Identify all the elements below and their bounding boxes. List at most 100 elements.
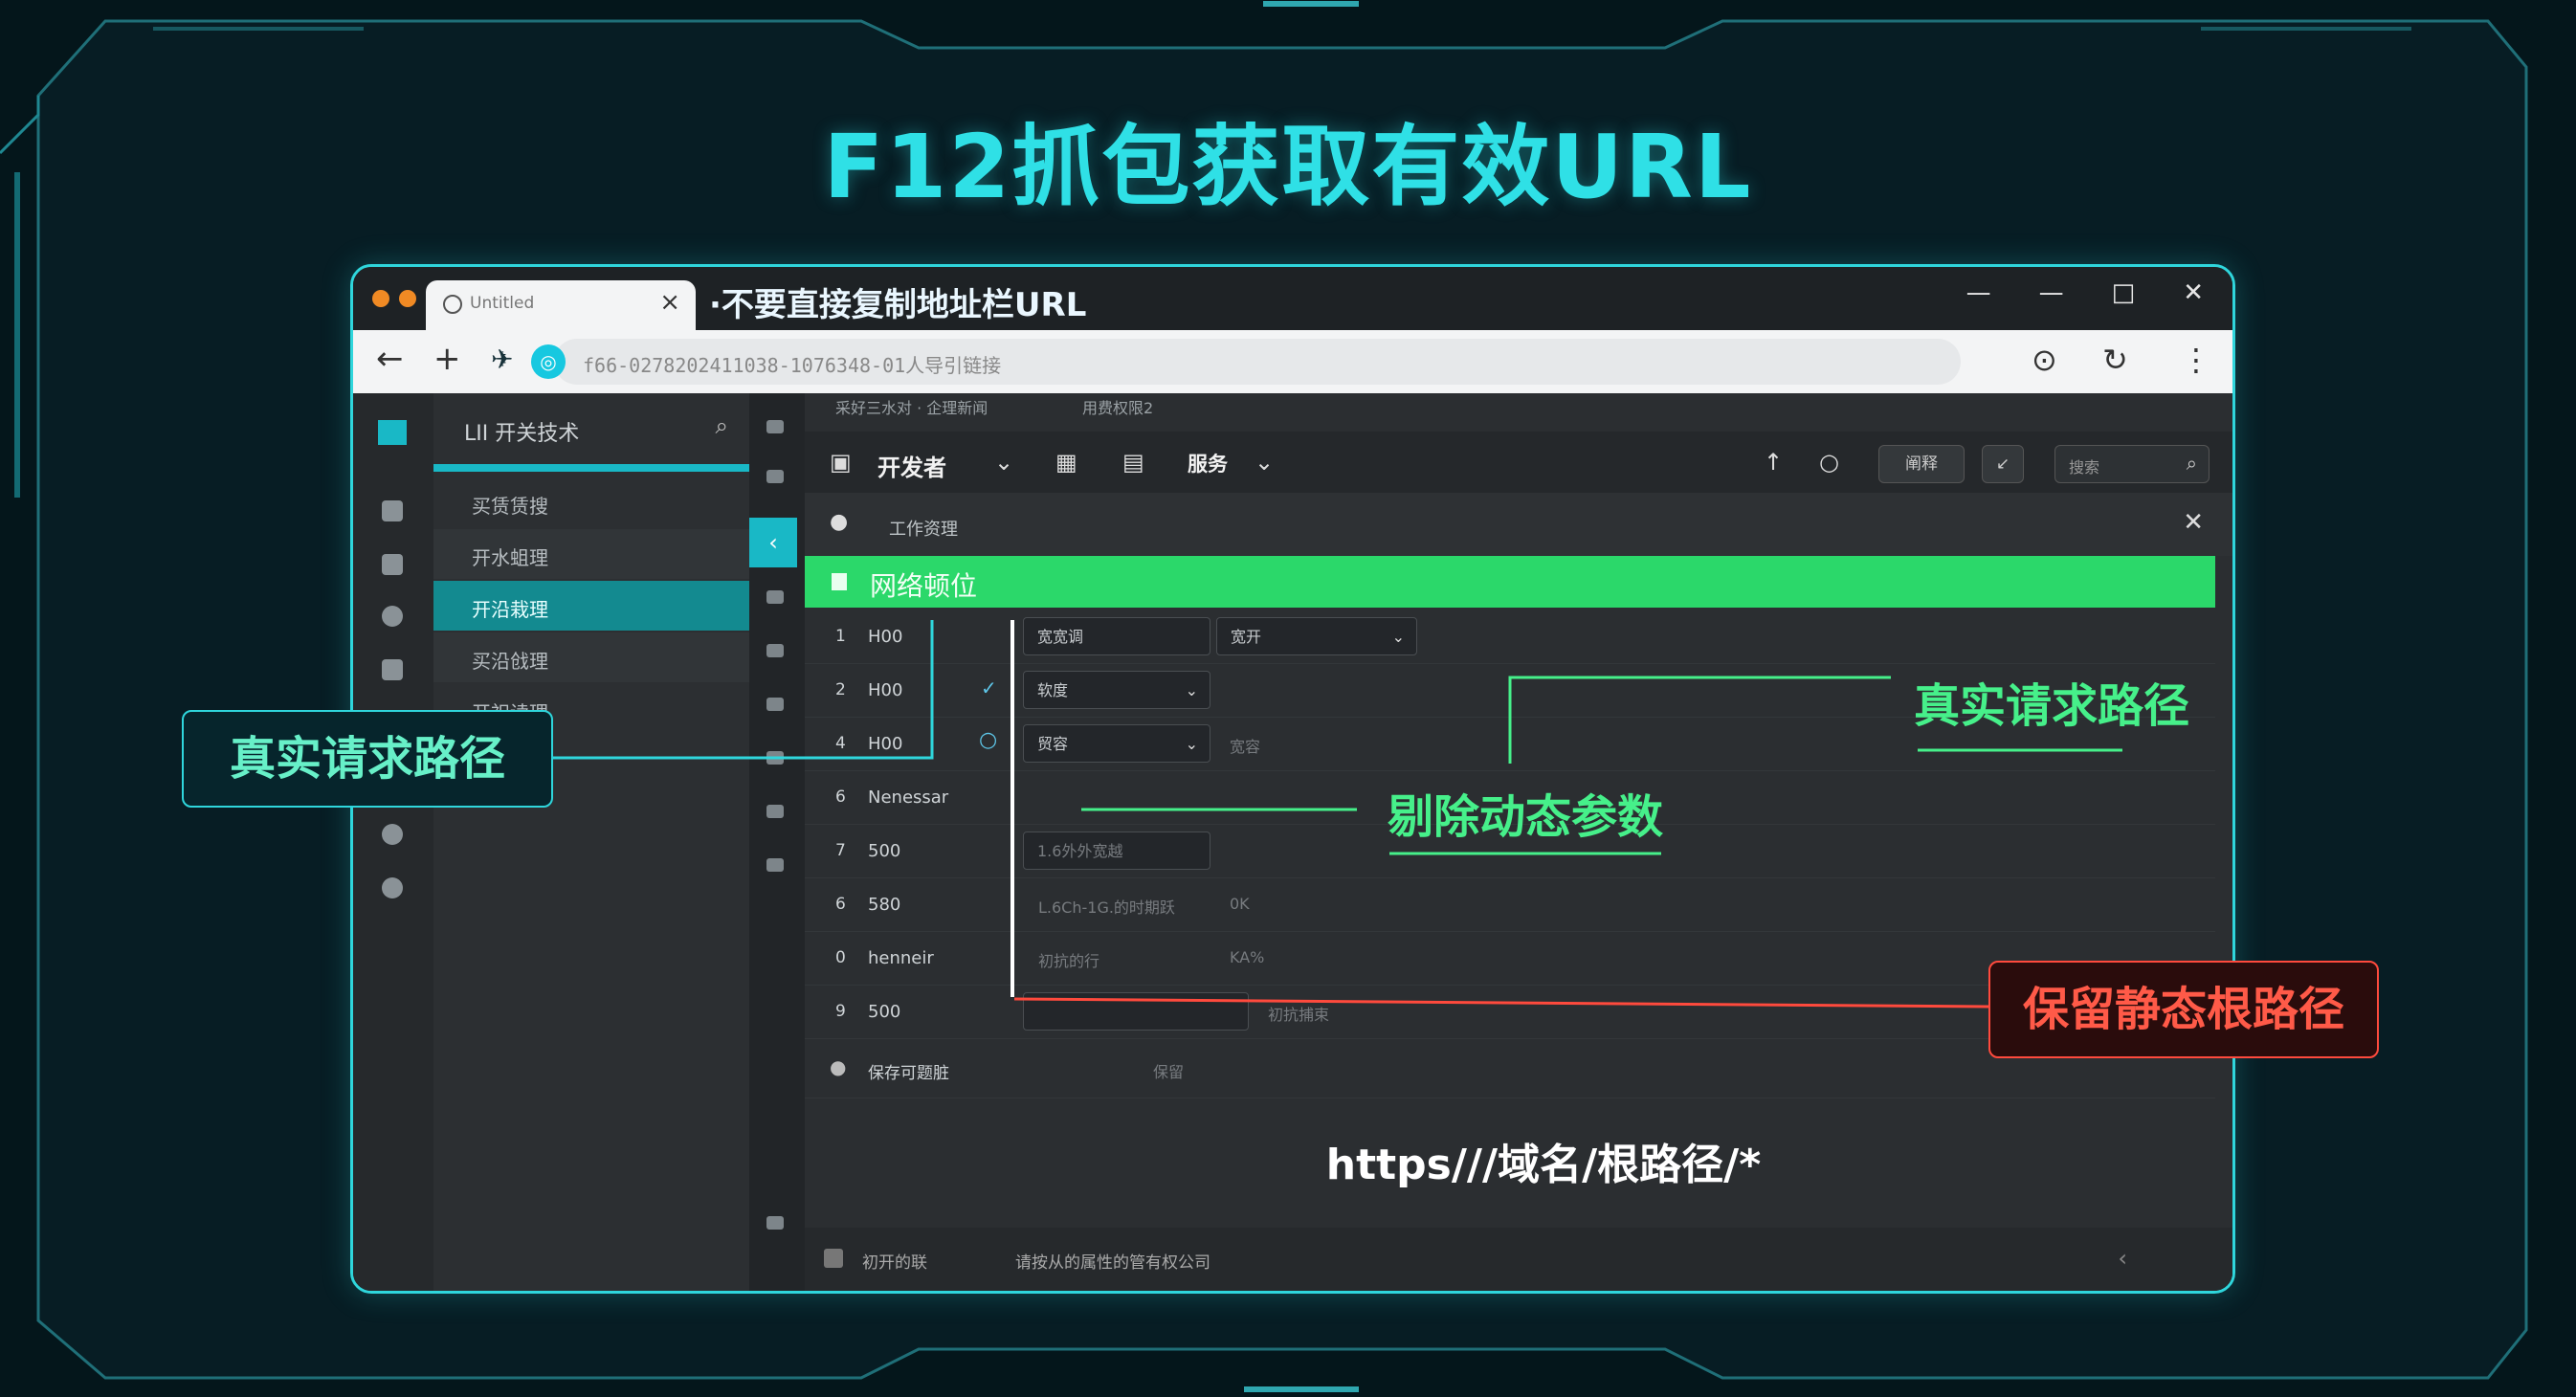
row-status: 580 (868, 895, 901, 915)
row-number: 9 (835, 1002, 846, 1021)
row-number: 7 (835, 841, 846, 860)
sidebar-title: LII 开关技术 (464, 422, 580, 446)
tool-icon[interactable] (766, 590, 784, 604)
window-dot[interactable] (372, 290, 389, 307)
more-menu-icon[interactable]: ⋮ (2181, 342, 2211, 378)
breadcrumb: 采好三水对 · 企理新闻 (835, 399, 988, 417)
sidebar-item[interactable]: 开水蛆理 (433, 529, 749, 579)
chevron-down-icon[interactable]: ⌄ (1255, 449, 1274, 476)
toolbar-label[interactable]: 开发者 (877, 449, 946, 482)
arrow-icon[interactable]: ↙ (1982, 445, 2024, 483)
chevron-left-icon[interactable]: ‹ (2118, 1245, 2127, 1272)
checkbox[interactable] (824, 1249, 843, 1268)
url-input[interactable]: ◎ f66-0278202411038-1076348-01人导引链接 (531, 339, 1961, 385)
row-select[interactable]: 宽开 ⌄ (1216, 617, 1417, 655)
window-dot[interactable] (399, 290, 416, 307)
row-status: 500 (868, 841, 901, 861)
window-dots (372, 290, 416, 307)
maximize-icon[interactable]: □ (2112, 278, 2136, 307)
table-row[interactable]: 6 580 L.6Ch-1G.的时期跃 0K (805, 877, 2215, 932)
minimize-icon[interactable]: — (2039, 278, 2064, 307)
collapse-chevron-icon[interactable]: ‹ (749, 518, 797, 567)
info-icon[interactable] (382, 824, 403, 845)
network-highlight-bar[interactable]: 网络顿位 (805, 556, 2215, 608)
sidebar-item-label: 买沿戗理 (472, 650, 548, 673)
record-icon[interactable]: ⊙ (2032, 342, 2057, 378)
row-select[interactable]: 贸容 ⌄ (1023, 724, 1210, 763)
row-select[interactable]: 1.6外外宽越 (1023, 832, 1210, 870)
close-icon[interactable]: ✕ (2183, 508, 2204, 537)
radio-icon[interactable]: ○ (979, 728, 997, 752)
user-icon[interactable] (382, 659, 403, 680)
toolbar-button[interactable]: 阐释 (1878, 445, 1965, 483)
folder-icon[interactable] (382, 554, 403, 575)
doc-icon[interactable]: ▤ (1122, 449, 1144, 476)
extension-icon[interactable]: ✈ (491, 344, 513, 375)
lock-icon: ● (830, 1055, 847, 1078)
tool-icon[interactable] (766, 470, 784, 483)
tool-icon[interactable] (766, 858, 784, 872)
row-status: H00 (868, 627, 903, 647)
sidebar-item-label: 买赁赁搜 (472, 495, 548, 518)
tool-icon[interactable] (766, 805, 784, 818)
cloud-icon[interactable] (382, 606, 403, 627)
row-number: 1 (835, 627, 846, 646)
upload-arrow-icon[interactable]: ↑ (1764, 449, 1783, 476)
callout-remove-params: 剔除动态参数 (1388, 790, 1664, 844)
browser-window: Untitled × ·不要直接复制地址栏URL — — □ ✕ ← + ✈ ◎… (350, 264, 2235, 1294)
address-bar: ← + ✈ ◎ f66-0278202411038-1076348-01人导引链… (353, 330, 2232, 393)
tool-icon[interactable] (766, 420, 784, 433)
devtools-icon[interactable]: ▣ (830, 449, 852, 476)
row-select[interactable]: 软度 ⌄ (1023, 671, 1210, 709)
callout-real-path-left: 真实请求路径 (182, 710, 553, 808)
tool-icon[interactable] (766, 644, 784, 657)
close-window-icon[interactable]: ✕ (2183, 278, 2204, 307)
select-value: 软度 (1037, 681, 1069, 699)
sidebar-header: LII 开关技术 ⌕ (433, 393, 749, 472)
select-value: 宽开 (1231, 628, 1262, 646)
search-icon[interactable]: ⌕ (716, 412, 728, 439)
row-select[interactable]: 宽宽调 (1023, 617, 1210, 655)
sidebar: LII 开关技术 ⌕ 买赁赁搜 开水蛆理 开沿栽理 买沿戗理 开祀读理 (433, 393, 749, 1291)
devtools-toolbar: ▣ 开发者 ⌄ ▦ ▤ 服务 ⌄ ↑ ○ 阐释 ↙ 搜索 ⌕ (805, 432, 2232, 494)
chevron-down-icon[interactable]: ⌄ (994, 449, 1013, 476)
toolbar-label[interactable]: 服务 (1188, 449, 1228, 477)
refresh-icon[interactable]: ↻ (2102, 342, 2128, 378)
search-icon: ⌕ (2186, 452, 2197, 475)
chat-icon[interactable] (382, 877, 403, 898)
row-status: H00 (868, 734, 903, 754)
row-select[interactable] (1023, 992, 1249, 1031)
sidebar-item[interactable]: 买赁赁搜 (433, 477, 749, 527)
select-value: 贸容 (1037, 735, 1069, 753)
tool-icon[interactable] (766, 1216, 784, 1230)
tool-icon[interactable] (766, 751, 784, 765)
chevron-down-icon: ⌄ (1185, 735, 1198, 753)
table-row[interactable]: 1 H00 宽宽调 宽开 ⌄ (805, 610, 2215, 664)
circle-icon[interactable]: ○ (1819, 449, 1839, 476)
row-value: 保留 (1153, 1063, 1185, 1081)
browser-tab[interactable]: Untitled × (426, 280, 696, 330)
devtools-search-input[interactable]: 搜索 ⌕ (2054, 445, 2210, 483)
chevron-down-icon: ⌄ (1185, 681, 1198, 699)
footer-label: 请按从的属性的管有权公司 (1015, 1253, 1210, 1273)
url-pattern-text: https///域名/根路径/* (1325, 1141, 1762, 1189)
globe-icon (443, 295, 462, 314)
tool-icon[interactable] (766, 698, 784, 711)
site-info-icon[interactable]: ◎ (531, 344, 566, 379)
new-tab-plus-icon[interactable]: + (433, 340, 461, 378)
close-icon[interactable]: × (659, 288, 680, 317)
row-value: 初抗捕束 (1268, 1006, 1330, 1024)
app-logo-icon[interactable] (378, 420, 407, 445)
grid-icon[interactable]: ▦ (1055, 449, 1077, 476)
minimize-icon[interactable]: — (1966, 278, 1991, 307)
search-placeholder: 搜索 (2069, 458, 2100, 477)
checkbox-icon (832, 573, 847, 590)
network-label: 网络顿位 (870, 570, 978, 602)
check-icon: ✓ (981, 676, 997, 699)
sub-label[interactable]: 工作资理 (889, 516, 958, 541)
back-arrow-icon[interactable]: ← (376, 340, 404, 378)
row-number: 0 (835, 948, 846, 967)
sidebar-item[interactable]: 买沿戗理 (433, 632, 749, 682)
sidebar-item-active[interactable]: 开沿栽理 (433, 581, 749, 631)
book-icon[interactable] (382, 500, 403, 521)
